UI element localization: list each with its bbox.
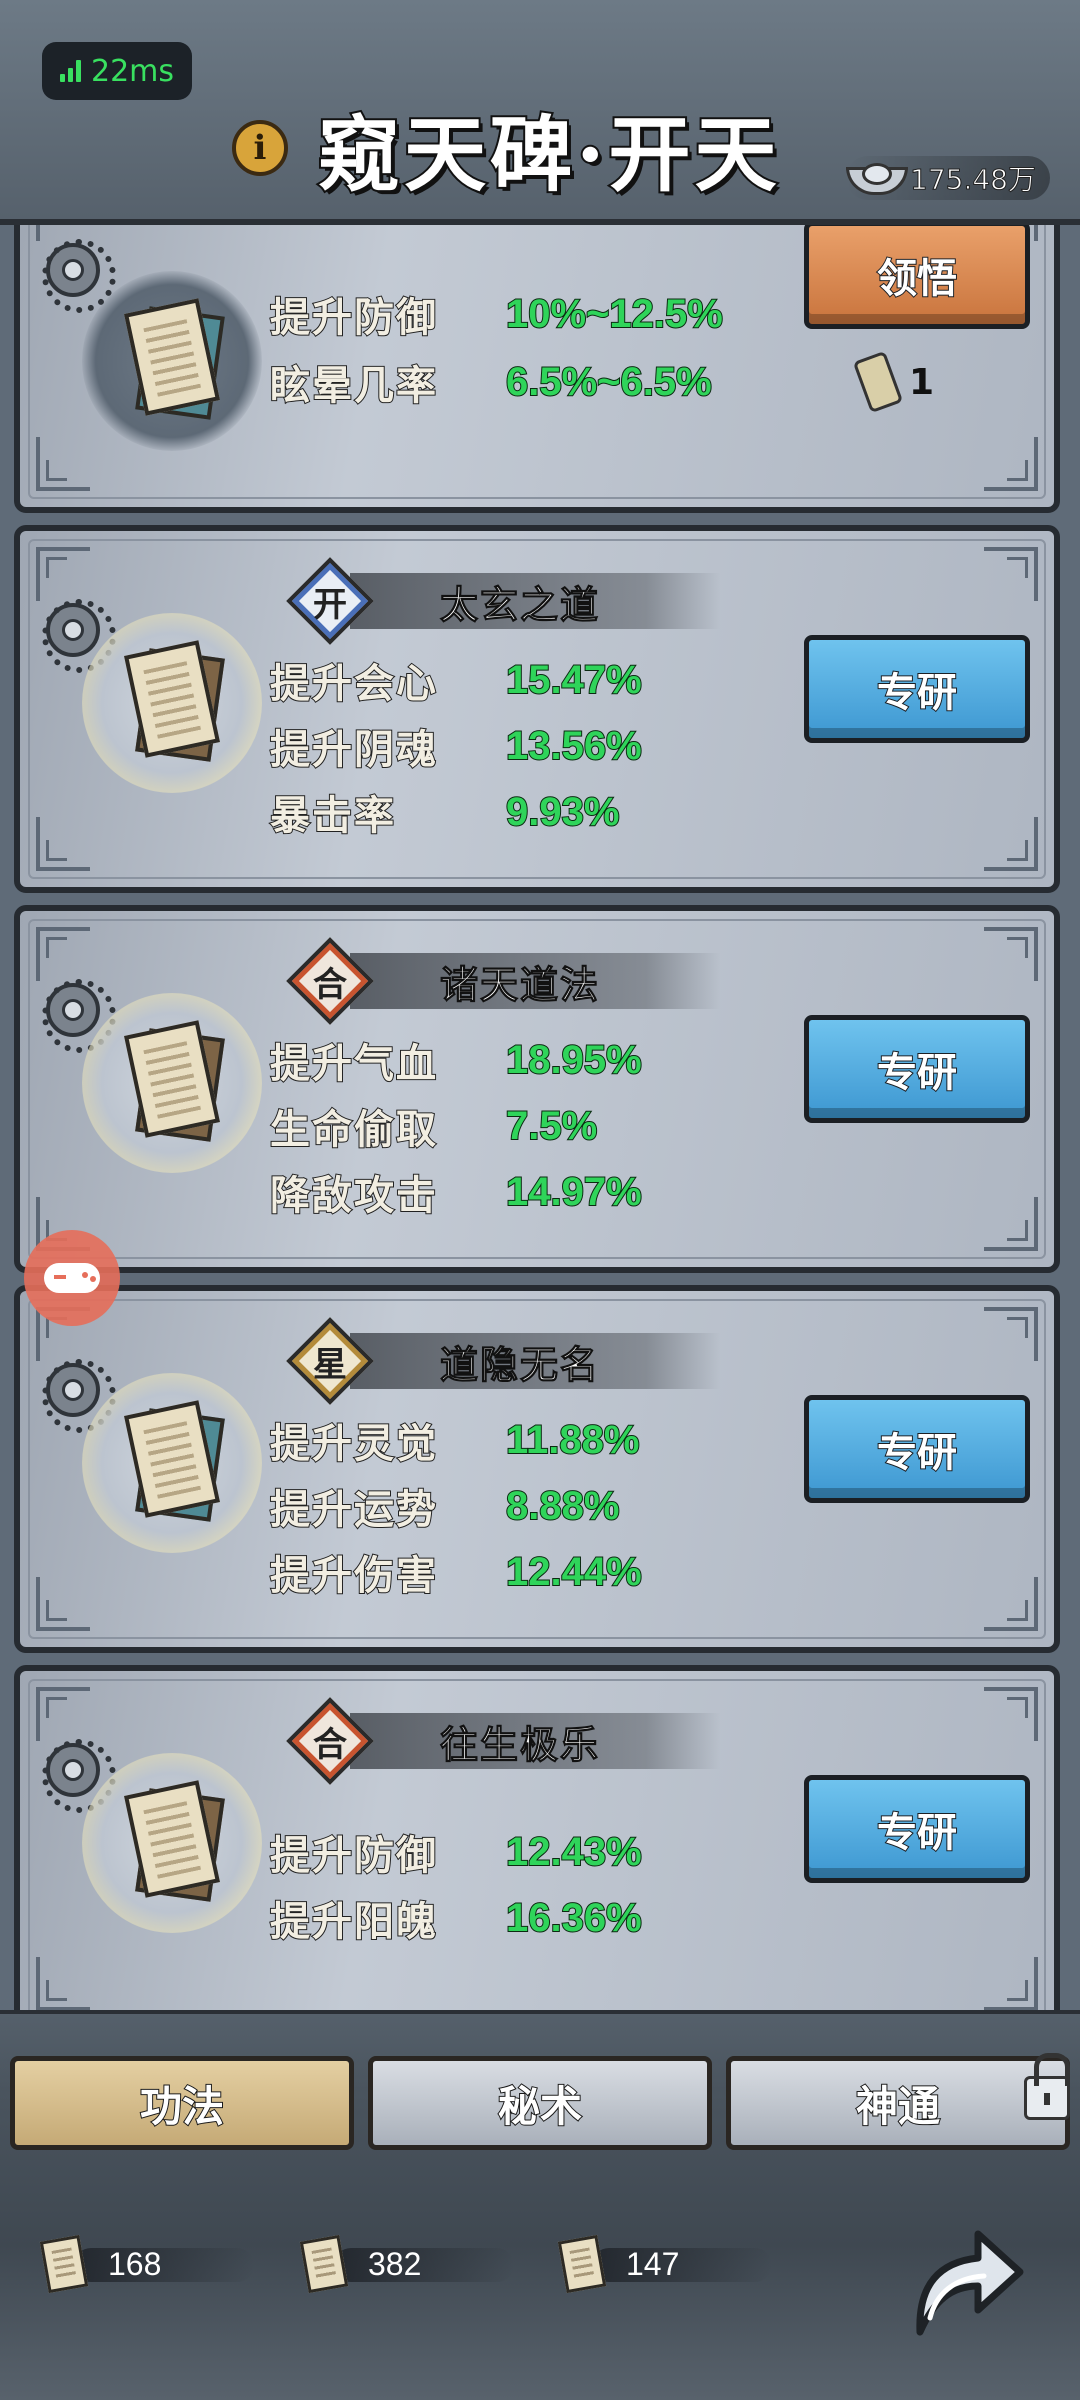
stat-row: 提升灵觉 11.88% bbox=[269, 1409, 640, 1471]
scroll-icon bbox=[124, 1780, 225, 1902]
stat-label: 提升阴魂 bbox=[269, 725, 438, 774]
stat-value: 10%~12.5% bbox=[505, 291, 724, 337]
scroll-icon bbox=[39, 2234, 89, 2294]
stat-row: 眩晕几率 6.5%~6.5% bbox=[269, 351, 713, 413]
stat-label: 提升灵觉 bbox=[269, 1419, 438, 1468]
stat-value: 9.93% bbox=[505, 789, 620, 835]
tab-gongfa[interactable]: 功法 bbox=[10, 2056, 354, 2150]
stat-label: 眩晕几率 bbox=[269, 361, 438, 410]
ping-value: 22ms bbox=[91, 53, 175, 89]
stat-row: 暴击率 9.93% bbox=[269, 781, 620, 843]
tab-bar: 功法 秘术 神通 bbox=[10, 2053, 1070, 2152]
tier-badge: 合 bbox=[286, 937, 374, 1025]
tab-shentong[interactable]: 神通 bbox=[726, 2056, 1070, 2150]
stat-row: 提升气血 18.95% bbox=[269, 1029, 643, 1091]
stat-value: 12.43% bbox=[505, 1829, 643, 1875]
stat-value: 16.36% bbox=[505, 1895, 643, 1941]
currency-item: 168 bbox=[39, 2234, 254, 2294]
stat-label: 暴击率 bbox=[269, 791, 396, 840]
skill-name: 诸天道法 bbox=[350, 953, 720, 1009]
stat-row: 提升运势 8.88% bbox=[269, 1475, 620, 1537]
research-button[interactable]: 专研 bbox=[804, 1775, 1030, 1883]
currency-item: 382 bbox=[299, 2234, 514, 2294]
share-arrow-icon[interactable] bbox=[900, 2214, 1030, 2344]
tab-label: 神通 bbox=[855, 2081, 941, 2132]
stat-row: 提升防御 12.43% bbox=[269, 1821, 643, 1883]
stat-row: 生命偷取 7.5% bbox=[269, 1095, 598, 1157]
comprehend-button[interactable]: 领悟 bbox=[804, 225, 1030, 329]
stat-row: 提升阳魄 16.36% bbox=[269, 1887, 643, 1949]
lock-icon bbox=[1024, 2053, 1070, 2120]
gear-icon[interactable] bbox=[42, 1359, 116, 1433]
currency-value: 382 bbox=[368, 2245, 422, 2282]
stat-row: 提升阴魂 13.56% bbox=[269, 715, 643, 777]
stat-label: 生命偷取 bbox=[269, 1105, 438, 1154]
stat-value: 7.5% bbox=[505, 1103, 598, 1149]
currency-bar: 168 382 147 bbox=[39, 2234, 844, 2304]
silver-amount: 175.48万 bbox=[910, 163, 1037, 197]
currency-item: 147 bbox=[557, 2234, 772, 2294]
stat-label: 提升运势 bbox=[269, 1485, 438, 1534]
silver-ingot-icon bbox=[846, 161, 909, 195]
stat-label: 提升防御 bbox=[269, 1831, 438, 1880]
stat-label: 降敌攻击 bbox=[269, 1171, 438, 1220]
stat-row: 提升伤害 12.44% bbox=[269, 1541, 643, 1603]
stat-value: 8.88% bbox=[505, 1483, 620, 1529]
token-icon bbox=[852, 350, 904, 414]
skill-name: 太玄之道 bbox=[350, 573, 720, 629]
research-button[interactable]: 专研 bbox=[804, 1395, 1030, 1503]
currency-value: 147 bbox=[626, 2245, 680, 2282]
signal-icon bbox=[60, 60, 81, 82]
skill-card: 道隐无名 星 提升灵觉 11.88% 提升运势 8.88% 提升伤害 12.44… bbox=[14, 1285, 1060, 1653]
stat-label: 提升阳魄 bbox=[269, 1897, 438, 1946]
skill-card: 太玄之道 开 提升会心 15.47% 提升阴魂 13.56% 暴击率 9.93%… bbox=[14, 525, 1060, 893]
stat-label: 提升防御 bbox=[269, 293, 438, 342]
page-title: 窥天碑·开天 bbox=[316, 105, 781, 205]
scroll-icon bbox=[124, 1020, 225, 1142]
stat-value: 13.56% bbox=[505, 723, 643, 769]
research-button[interactable]: 专研 bbox=[804, 635, 1030, 743]
stat-value: 15.47% bbox=[505, 657, 643, 703]
stat-value: 18.95% bbox=[505, 1037, 643, 1083]
stat-label: 提升会心 bbox=[269, 659, 438, 708]
token-count: 1 bbox=[852, 350, 934, 414]
stat-value: 11.88% bbox=[505, 1417, 640, 1463]
stat-value: 6.5%~6.5% bbox=[505, 359, 713, 405]
skill-list[interactable]: 提升防御 10%~12.5% 眩晕几率 6.5%~6.5% 领悟 1 太玄之道 … bbox=[0, 225, 1080, 2015]
silver-currency: 175.48万 bbox=[846, 156, 1050, 200]
skill-name: 往生极乐 bbox=[350, 1713, 720, 1769]
skill-card: 往生极乐 合 提升防御 12.43% 提升阳魄 16.36% 专研 bbox=[14, 1665, 1060, 2015]
stat-value: 14.97% bbox=[505, 1169, 643, 1215]
scroll-icon bbox=[557, 2234, 607, 2294]
bottom-bar: 功法 秘术 神通 168 382 147 bbox=[0, 2010, 1080, 2400]
research-button[interactable]: 专研 bbox=[804, 1015, 1030, 1123]
skill-card: 提升防御 10%~12.5% 眩晕几率 6.5%~6.5% 领悟 1 bbox=[14, 225, 1060, 513]
ping-indicator: 22ms bbox=[42, 42, 193, 100]
scroll-icon bbox=[124, 298, 225, 420]
stat-row: 降敌攻击 14.97% bbox=[269, 1161, 643, 1223]
gear-icon[interactable] bbox=[42, 239, 116, 313]
tier-badge: 开 bbox=[286, 557, 374, 645]
gear-icon[interactable] bbox=[42, 979, 116, 1053]
stat-row: 提升防御 10%~12.5% bbox=[269, 283, 724, 345]
gear-icon[interactable] bbox=[42, 1739, 116, 1813]
stat-row: 提升会心 15.47% bbox=[269, 649, 643, 711]
stat-value: 12.44% bbox=[505, 1549, 643, 1595]
scroll-icon bbox=[299, 2234, 349, 2294]
gear-icon[interactable] bbox=[42, 599, 116, 673]
scroll-icon bbox=[124, 640, 225, 762]
scroll-icon bbox=[124, 1400, 225, 1522]
stat-label: 提升伤害 bbox=[269, 1551, 438, 1600]
gamepad-icon[interactable] bbox=[24, 1230, 120, 1326]
skill-name: 道隐无名 bbox=[350, 1333, 720, 1389]
currency-value: 168 bbox=[108, 2245, 162, 2282]
stat-label: 提升气血 bbox=[269, 1039, 438, 1088]
skill-card: 诸天道法 合 提升气血 18.95% 生命偷取 7.5% 降敌攻击 14.97%… bbox=[14, 905, 1060, 1273]
tier-badge: 星 bbox=[286, 1317, 374, 1405]
info-icon[interactable]: i bbox=[232, 120, 288, 176]
tab-mishu[interactable]: 秘术 bbox=[368, 2056, 712, 2150]
tier-badge: 合 bbox=[286, 1697, 374, 1785]
header: 22ms i 窥天碑·开天 175.48万 bbox=[0, 0, 1080, 225]
